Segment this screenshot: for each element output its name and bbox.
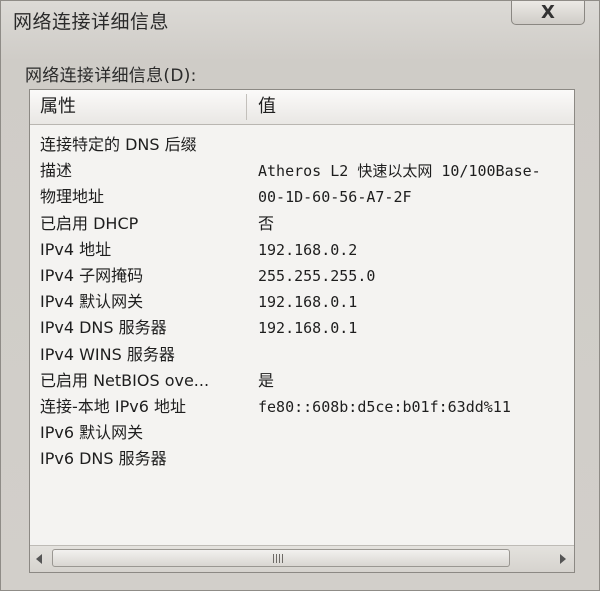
property-cell: IPv4 DNS 服务器 [40,318,167,338]
list-row[interactable]: IPv4 地址 192.168.0.2 [30,237,574,263]
details-label: 网络连接详细信息(D): [25,66,197,86]
network-details-dialog: 网络连接详细信息 X 网络连接详细信息(D): 属性 值 连接特定的 DNS 后… [0,0,600,591]
list-header: 属性 值 [30,90,574,125]
close-button[interactable]: X [511,1,585,25]
property-cell: 描述 [40,161,73,181]
value-cell: Atheros L2 快速以太网 10/100Base- [258,162,541,181]
list-row[interactable]: 已启用 NetBIOS ove... 是 [30,368,574,394]
list-rows: 连接特定的 DNS 后缀 描述 Atheros L2 快速以太网 10/100B… [30,132,574,472]
value-cell: 255.255.255.0 [258,266,376,285]
grip-icon [273,554,283,563]
property-cell: 已启用 DHCP [40,213,139,233]
scroll-right-arrow-icon[interactable] [560,554,566,564]
list-row[interactable]: 描述 Atheros L2 快速以太网 10/100Base- [30,158,574,184]
property-cell: IPv4 WINS 服务器 [40,344,175,364]
list-row[interactable]: IPv6 DNS 服务器 [30,446,574,472]
list-row[interactable]: IPv4 子网掩码 255.255.255.0 [30,263,574,289]
value-cell: fe80::608b:d5ce:b01f:63dd%11 [258,397,511,416]
value-cell: 192.168.0.1 [258,319,358,338]
title-bar[interactable]: 网络连接详细信息 X [1,1,599,45]
property-cell: 连接-本地 IPv6 地址 [40,396,186,416]
value-cell: 是 [258,370,275,390]
list-row[interactable]: IPv6 默认网关 [30,420,574,446]
scrollbar-thumb[interactable] [52,549,510,567]
close-icon: X [541,1,555,23]
property-cell: IPv4 默认网关 [40,292,144,312]
list-row[interactable]: IPv4 默认网关 192.168.0.1 [30,289,574,315]
property-cell: IPv6 DNS 服务器 [40,449,167,469]
list-row[interactable]: IPv4 WINS 服务器 [30,342,574,368]
list-row[interactable]: 已启用 DHCP 否 [30,211,574,237]
value-cell: 否 [258,213,275,233]
value-cell: 192.168.0.2 [258,240,358,259]
property-cell: IPv4 地址 [40,239,112,259]
list-row[interactable]: IPv4 DNS 服务器 192.168.0.1 [30,315,574,341]
list-row[interactable]: 物理地址 00-1D-60-56-A7-2F [30,184,574,210]
column-header-value[interactable]: 值 [258,90,276,124]
column-header-property[interactable]: 属性 [40,90,76,124]
window-title: 网络连接详细信息 [13,11,170,33]
value-cell: 00-1D-60-56-A7-2F [258,188,412,207]
property-cell: 连接特定的 DNS 后缀 [40,135,197,154]
property-cell: 物理地址 [40,187,105,207]
property-cell: 已启用 NetBIOS ove... [40,370,210,390]
column-divider[interactable] [246,94,247,120]
list-row[interactable]: 连接-本地 IPv6 地址 fe80::608b:d5ce:b01f:63dd%… [30,394,574,420]
details-list[interactable]: 属性 值 连接特定的 DNS 后缀 描述 Atheros L2 快速以太网 10… [29,89,575,573]
list-row[interactable]: 连接特定的 DNS 后缀 [30,132,574,158]
property-cell: IPv6 默认网关 [40,423,144,443]
value-cell: 192.168.0.1 [258,293,358,312]
horizontal-scrollbar[interactable] [30,545,574,572]
scroll-left-arrow-icon[interactable] [36,554,42,564]
property-cell: IPv4 子网掩码 [40,265,144,285]
